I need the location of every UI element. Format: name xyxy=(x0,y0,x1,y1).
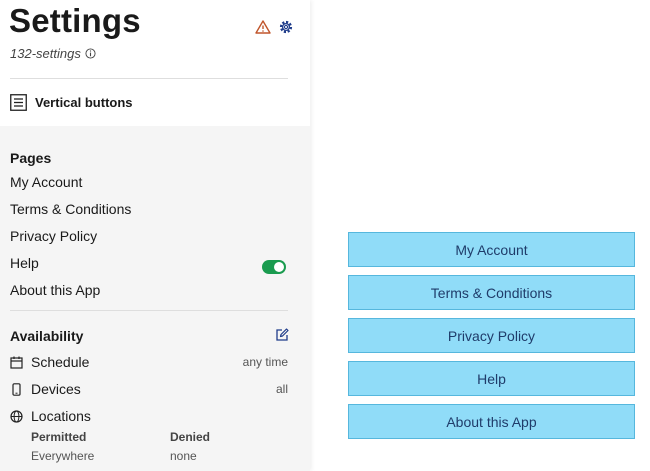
locations-row[interactable]: Locations xyxy=(10,408,288,424)
layout-option-vertical-buttons[interactable]: Vertical buttons xyxy=(10,94,133,111)
sidebar-item-about[interactable]: About this App xyxy=(10,282,100,298)
preview-button-terms[interactable]: Terms & Conditions xyxy=(348,275,635,310)
schedule-value: any time xyxy=(242,355,288,369)
device-icon xyxy=(12,382,21,396)
denied-value: none xyxy=(170,449,197,463)
warning-icon[interactable] xyxy=(255,19,271,35)
gear-icon[interactable] xyxy=(278,19,294,35)
devices-label: Devices xyxy=(31,381,81,397)
header-actions xyxy=(255,19,294,35)
sidebar-item-terms[interactable]: Terms & Conditions xyxy=(10,201,131,217)
sidebar-item-my-account[interactable]: My Account xyxy=(10,174,82,190)
preview-button-privacy-policy[interactable]: Privacy Policy xyxy=(348,318,635,353)
help-toggle[interactable] xyxy=(262,260,286,274)
locations-label: Locations xyxy=(31,408,91,424)
permitted-header: Permitted xyxy=(31,430,87,444)
availability-section-title: Availability xyxy=(10,328,84,344)
settings-id-label: 132-settings xyxy=(10,46,81,61)
preview-button-my-account[interactable]: My Account xyxy=(348,232,635,267)
sidebar-item-privacy-policy[interactable]: Privacy Policy xyxy=(10,228,97,244)
info-icon[interactable] xyxy=(85,48,96,59)
settings-sidebar: Settings 132-settings Vertical buttons P… xyxy=(0,0,310,471)
devices-row[interactable]: Devices all xyxy=(10,381,288,397)
divider xyxy=(10,78,288,79)
calendar-icon xyxy=(10,356,23,369)
sidebar-item-help[interactable]: Help xyxy=(10,255,39,271)
preview-button-about[interactable]: About this App xyxy=(348,404,635,439)
page-title: Settings xyxy=(9,2,141,39)
settings-id: 132-settings xyxy=(10,46,96,61)
toggle-knob xyxy=(274,262,284,272)
schedule-row[interactable]: Schedule any time xyxy=(10,354,288,370)
schedule-label: Schedule xyxy=(31,354,90,370)
sidebar-header-panel: Settings 132-settings Vertical buttons xyxy=(0,0,310,126)
edit-icon[interactable] xyxy=(275,328,289,342)
divider xyxy=(10,310,288,311)
pages-section-title: Pages xyxy=(10,150,52,166)
preview-button-help[interactable]: Help xyxy=(348,361,635,396)
globe-icon xyxy=(10,409,23,423)
permitted-value: Everywhere xyxy=(31,449,95,463)
denied-header: Denied xyxy=(170,430,211,444)
devices-value: all xyxy=(275,382,288,396)
layout-option-label: Vertical buttons xyxy=(35,95,133,110)
list-icon xyxy=(10,94,27,111)
